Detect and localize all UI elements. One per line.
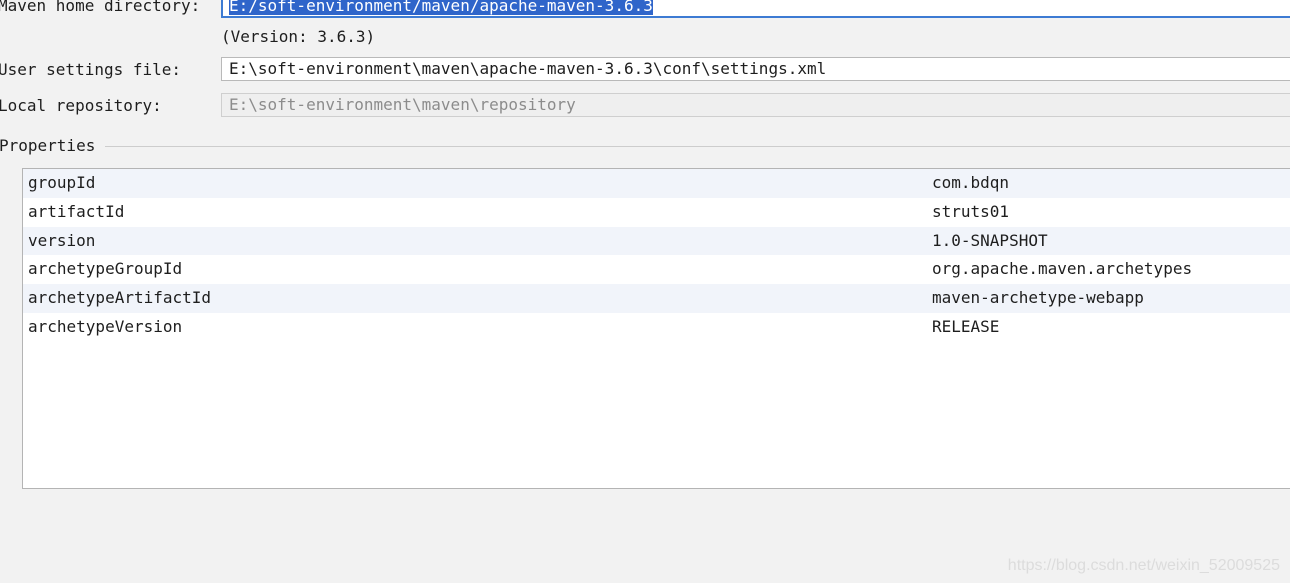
table-row[interactable]: archetypeVersion RELEASE (23, 313, 1290, 342)
table-row[interactable]: archetypeGroupId org.apache.maven.archet… (23, 255, 1290, 284)
property-key: archetypeGroupId (28, 259, 183, 279)
maven-home-label: Maven home directory: (0, 0, 201, 15)
user-settings-label: User settings file: (0, 60, 182, 79)
maven-home-value: E:/soft-environment/maven/apache-maven-3… (229, 0, 653, 15)
maven-home-input[interactable]: E:/soft-environment/maven/apache-maven-3… (221, 0, 1290, 18)
local-repository-input: E:\soft-environment\maven\repository (221, 93, 1290, 117)
maven-version-text: (Version: 3.6.3) (221, 27, 376, 46)
property-value: org.apache.maven.archetypes (932, 259, 1193, 279)
property-key: version (28, 230, 96, 250)
property-value: maven-archetype-webapp (932, 288, 1144, 308)
properties-title: Properties (0, 136, 96, 155)
property-key: archetypeArtifactId (28, 288, 212, 308)
property-key: artifactId (28, 201, 125, 221)
properties-divider (105, 146, 1290, 147)
local-repository-label: Local repository: (0, 96, 162, 115)
table-row[interactable]: version 1.0-SNAPSHOT (23, 226, 1290, 256)
user-settings-input[interactable]: E:\soft-environment\maven\apache-maven-3… (221, 57, 1290, 81)
property-value: RELEASE (932, 316, 1000, 336)
property-value: struts01 (932, 201, 1010, 221)
table-row[interactable]: archetypeArtifactId maven-archetype-weba… (23, 284, 1290, 313)
property-value: 1.0-SNAPSHOT (932, 230, 1048, 250)
properties-table[interactable]: groupId com.bdqn artifactId struts01 ver… (22, 168, 1290, 489)
watermark: https://blog.csdn.net/weixin_52009525 (1007, 557, 1280, 574)
table-row[interactable]: artifactId struts01 (23, 198, 1290, 227)
property-key: archetypeVersion (28, 316, 183, 336)
table-row[interactable]: groupId com.bdqn (23, 169, 1290, 198)
property-key: groupId (28, 173, 96, 192)
property-value: com.bdqn (932, 173, 1010, 192)
